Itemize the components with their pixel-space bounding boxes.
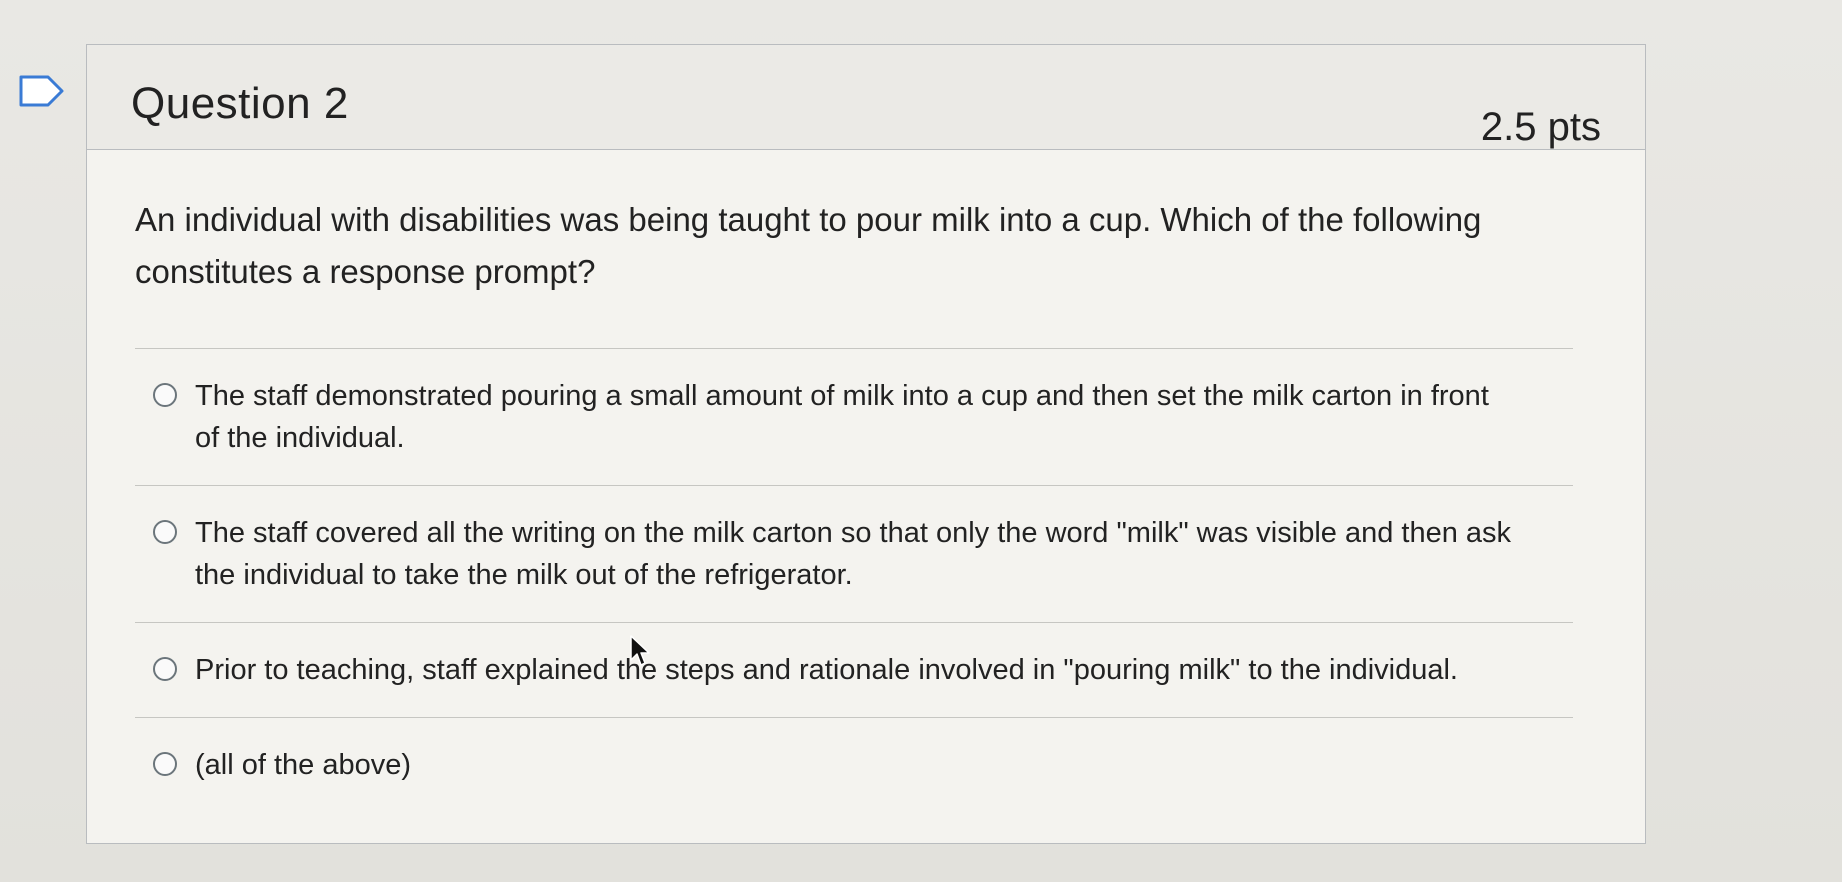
question-body: An individual with disabilities was bein… xyxy=(87,150,1645,812)
answer-label[interactable]: Prior to teaching, staff explained the s… xyxy=(195,649,1458,691)
question-text: An individual with disabilities was bein… xyxy=(135,201,1482,290)
question-title: Question 2 xyxy=(131,79,349,128)
answer-option-4[interactable]: (all of the above) xyxy=(135,717,1573,812)
question-points: 2.5 pts xyxy=(1480,105,1601,149)
answer-option-3[interactable]: Prior to teaching, staff explained the s… xyxy=(135,622,1573,717)
answer-label[interactable]: The staff covered all the writing on the… xyxy=(195,512,1515,596)
answer-option-1[interactable]: The staff demonstrated pouring a small a… xyxy=(135,348,1573,485)
answer-label[interactable]: The staff demonstrated pouring a small a… xyxy=(195,375,1515,459)
radio-button-icon[interactable] xyxy=(153,383,177,407)
answer-list: The staff demonstrated pouring a small a… xyxy=(135,348,1573,812)
radio-button-icon[interactable] xyxy=(153,657,177,681)
answer-option-2[interactable]: The staff covered all the writing on the… xyxy=(135,485,1573,622)
question-card: Question 2 2.5 pts An individual with di… xyxy=(86,44,1646,844)
mouse-cursor-icon xyxy=(630,635,650,666)
radio-button-icon[interactable] xyxy=(153,752,177,776)
flag-question-icon[interactable] xyxy=(18,74,66,108)
answer-label[interactable]: (all of the above) xyxy=(195,744,411,786)
question-header: Question 2 2.5 pts xyxy=(87,45,1645,150)
radio-button-icon[interactable] xyxy=(153,520,177,544)
